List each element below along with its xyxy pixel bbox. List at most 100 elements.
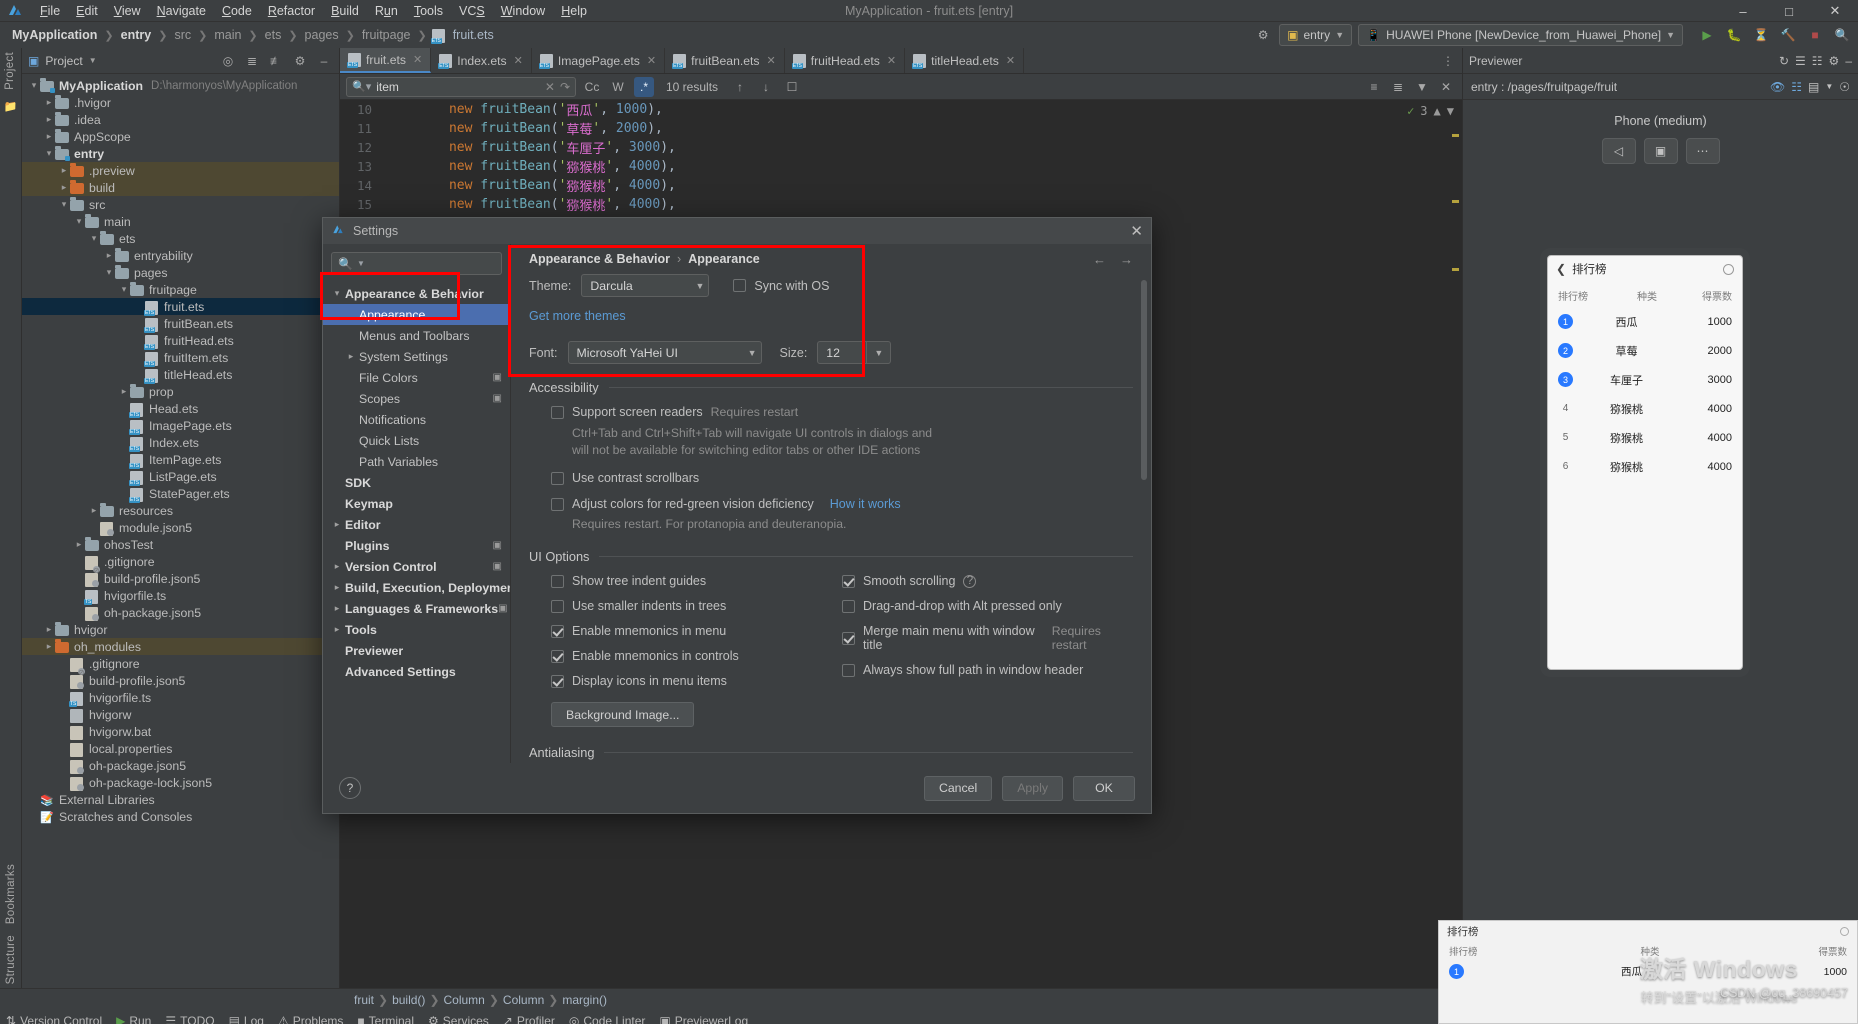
checkbox[interactable] (842, 574, 855, 588)
bc-column2[interactable]: Column (499, 993, 548, 1007)
debug-icon[interactable]: 🐛 (1724, 25, 1744, 45)
settings-tree-item[interactable]: ▸ Languages & Frameworks ▣ (323, 598, 510, 619)
project-tree[interactable]: ▾ MyApplication D:\harmonyos\MyApplication… (22, 74, 339, 988)
editor-tab[interactable]: Index.ets ✕ (431, 48, 532, 73)
ui-option-row[interactable]: Always show full path in window header (842, 663, 1133, 677)
breadcrumb-fruitpage[interactable]: fruitpage (360, 28, 413, 42)
settings-tree-item[interactable]: Notifications (323, 409, 510, 430)
settings-tree-item[interactable]: Menus and Toolbars (323, 325, 510, 346)
project-tree-item[interactable]: .gitignore (22, 655, 339, 675)
project-tree-item[interactable]: build-profile.json5 (22, 570, 339, 587)
status-services[interactable]: ⚙ Services (428, 1014, 489, 1024)
breadcrumb-ets[interactable]: ets (263, 28, 284, 42)
project-tree-item[interactable]: ▸ build (22, 179, 339, 196)
use-contrast-scrollbars-checkbox[interactable] (551, 471, 564, 485)
bc-build[interactable]: build() (388, 993, 429, 1007)
project-tree-item[interactable]: 📚 External Libraries (22, 791, 339, 808)
next-problem-icon[interactable]: ▼ (1447, 104, 1454, 118)
copy-icon[interactable]: ▣ (498, 603, 510, 614)
project-tree-item[interactable]: StatePager.ets (22, 485, 339, 503)
project-tree-item[interactable]: ListPage.ets (22, 468, 339, 486)
settings-tree-item[interactable]: Quick Lists (323, 430, 510, 451)
ui-option-row[interactable]: Enable mnemonics in controls (551, 649, 842, 663)
background-image-button[interactable]: Background Image... (551, 702, 695, 727)
project-tree-item[interactable]: ▸ .idea (22, 111, 339, 128)
settings-tree-item[interactable]: SDK (323, 472, 510, 493)
project-tree-item[interactable]: local.properties (22, 740, 339, 757)
collapse-all-icon[interactable]: ≢ (267, 52, 285, 70)
how-it-works-link[interactable]: How it works (830, 497, 901, 511)
project-tree-item[interactable]: ▸ prop (22, 383, 339, 400)
more-options-icon[interactable]: ⋯ (1685, 138, 1720, 164)
settings-tree-item[interactable]: Previewer (323, 640, 510, 661)
settings-tree-item[interactable]: Keymap (323, 493, 510, 514)
words-toggle[interactable]: W (608, 77, 628, 97)
menu-view[interactable]: View (106, 2, 149, 20)
clear-search-icon[interactable]: ✕ (545, 80, 555, 94)
menu-code[interactable]: Code (214, 2, 260, 20)
settings-expand-arrow[interactable]: ▸ (329, 561, 345, 572)
project-tree-item[interactable]: hvigorw (22, 706, 339, 723)
project-tree-item[interactable]: ▸ hvigor (22, 621, 339, 638)
editor-tab[interactable]: titleHead.ets ✕ (905, 48, 1025, 73)
tree-expand-arrow[interactable]: ▸ (118, 386, 130, 397)
breadcrumb-entry[interactable]: entry (119, 28, 154, 42)
previewer-multi-device-icon[interactable]: ▤ (1808, 80, 1819, 94)
get-more-themes-link[interactable]: Get more themes (529, 309, 626, 323)
rail-project-label[interactable]: Project (4, 52, 16, 90)
use-contrast-scrollbars-row[interactable]: Use contrast scrollbars (551, 471, 1133, 485)
tree-expand-arrow[interactable]: ▾ (58, 199, 70, 210)
settings-tree-item[interactable]: ▸ Version Control ▣ (323, 556, 510, 577)
size-spinner[interactable]: 12 ▼ (817, 341, 892, 364)
previewer-layers-icon[interactable]: ☰ (1795, 54, 1806, 68)
help-icon[interactable]: ? (339, 777, 361, 799)
status-previewer-log[interactable]: ▣ PreviewerLog (659, 1014, 748, 1024)
search-input[interactable]: 🔍▾ item ✕ ↷ (346, 76, 576, 97)
copy-icon[interactable]: ▣ (493, 372, 510, 383)
project-tree-item[interactable]: ItemPage.ets (22, 451, 339, 469)
tree-expand-arrow[interactable]: ▾ (43, 148, 55, 159)
tree-expand-arrow[interactable]: ▸ (88, 505, 100, 516)
tree-expand-arrow[interactable]: ▸ (43, 131, 55, 142)
editor-tab[interactable]: fruit.ets ✕ (340, 48, 432, 73)
project-tree-item[interactable]: Head.ets (22, 400, 339, 418)
project-tree-item[interactable]: ▾ main (22, 213, 339, 230)
status-problems[interactable]: ⚠ Problems (278, 1014, 343, 1024)
match-case-toggle[interactable]: Cc (582, 77, 602, 97)
project-tree-item[interactable]: ▸ oh_modules (22, 638, 339, 655)
project-tree-item[interactable]: ▾ fruitpage (22, 281, 339, 298)
project-tree-item[interactable]: ▸ resources (22, 502, 339, 519)
editor-tab[interactable]: fruitBean.ets ✕ (665, 48, 785, 73)
hide-icon[interactable]: – (315, 52, 333, 70)
bc-margin[interactable]: margin() (558, 993, 611, 1007)
ui-option-row[interactable]: Show tree indent guides (551, 574, 842, 588)
rotate-icon[interactable]: ▣ (1643, 138, 1678, 164)
settings-gear-icon[interactable]: ⚙ (291, 52, 309, 70)
help-icon[interactable]: ? (963, 574, 977, 588)
breadcrumb-project[interactable]: MyApplication (10, 28, 99, 42)
select-all-occurrences-icon[interactable]: ≡ (1364, 77, 1384, 97)
close-tab-icon[interactable]: ✕ (1006, 54, 1015, 67)
settings-tree-item[interactable]: Plugins ▣ (323, 535, 510, 556)
settings-tree-item[interactable]: Appearance (323, 304, 510, 325)
sync-with-os-row[interactable]: Sync with OS (733, 279, 829, 293)
status-log[interactable]: ▤ Log (229, 1014, 264, 1024)
checkbox[interactable] (551, 674, 564, 688)
status-profiler[interactable]: ↗ Profiler (503, 1014, 555, 1024)
close-tab-icon[interactable]: ✕ (413, 53, 422, 66)
project-tree-item[interactable]: oh-package.json5 (22, 757, 339, 774)
project-tree-item[interactable]: module.json5 (22, 519, 339, 536)
tree-expand-arrow[interactable]: ▸ (43, 114, 55, 125)
project-tree-item[interactable]: fruitHead.ets (22, 332, 339, 350)
project-tree-item[interactable]: fruit.ets (22, 298, 339, 316)
previewer-eye-icon[interactable]: 👁 (1770, 80, 1785, 94)
close-tab-icon[interactable]: ✕ (887, 54, 896, 67)
cancel-button[interactable]: Cancel (923, 775, 993, 801)
checkbox[interactable] (842, 663, 855, 677)
project-tree-item[interactable]: ▸ .preview (22, 162, 339, 179)
previewer-stack-icon[interactable]: ☷ (1791, 80, 1802, 94)
project-tree-item[interactable]: hvigorw.bat (22, 723, 339, 740)
settings-tree-item[interactable]: ▾ Appearance & Behavior (323, 283, 510, 304)
ui-option-row[interactable]: Merge main menu with window title Require… (842, 624, 1133, 652)
run-icon[interactable]: ▶ (1697, 25, 1717, 45)
